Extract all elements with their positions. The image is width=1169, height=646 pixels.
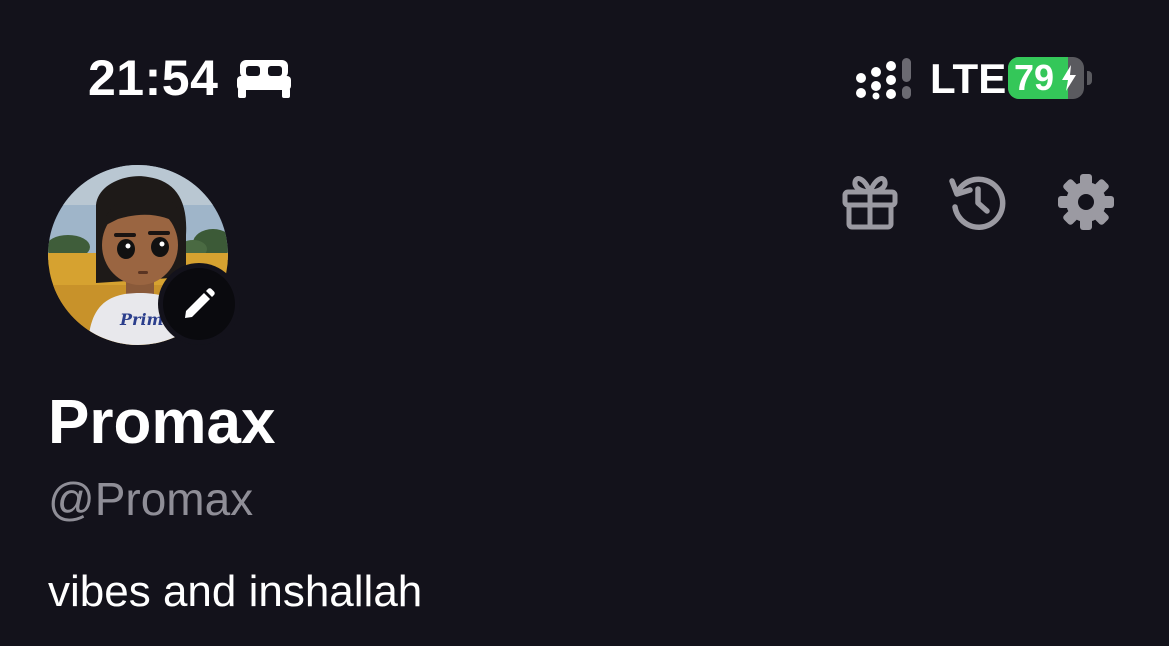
pencil-icon bbox=[185, 288, 215, 318]
svg-text:Prim: Prim bbox=[119, 310, 163, 329]
profile-screen: 21:54 LTE 79 Prim Promax @Promax vibes a… bbox=[0, 0, 1169, 646]
status-time: 21:54 bbox=[88, 50, 219, 106]
network-type: LTE bbox=[930, 55, 1007, 102]
edit-avatar-button[interactable] bbox=[158, 263, 240, 345]
bed-icon bbox=[237, 60, 291, 98]
battery-cap bbox=[1087, 71, 1092, 85]
battery-level: 79 bbox=[1014, 57, 1055, 98]
gear-icon bbox=[1058, 174, 1114, 230]
charging-bolt-icon bbox=[1062, 65, 1076, 91]
display-name: Promax bbox=[48, 388, 276, 457]
battery-indicator: 79 bbox=[1008, 57, 1092, 99]
bio: vibes and inshallah bbox=[48, 567, 423, 616]
history-icon bbox=[949, 176, 1006, 230]
cellular-signal-icon bbox=[856, 58, 911, 100]
gift-icon bbox=[842, 176, 898, 230]
settings-button[interactable] bbox=[1054, 170, 1118, 234]
history-button[interactable] bbox=[946, 170, 1010, 234]
username: @Promax bbox=[48, 473, 254, 525]
gift-button[interactable] bbox=[838, 170, 902, 234]
